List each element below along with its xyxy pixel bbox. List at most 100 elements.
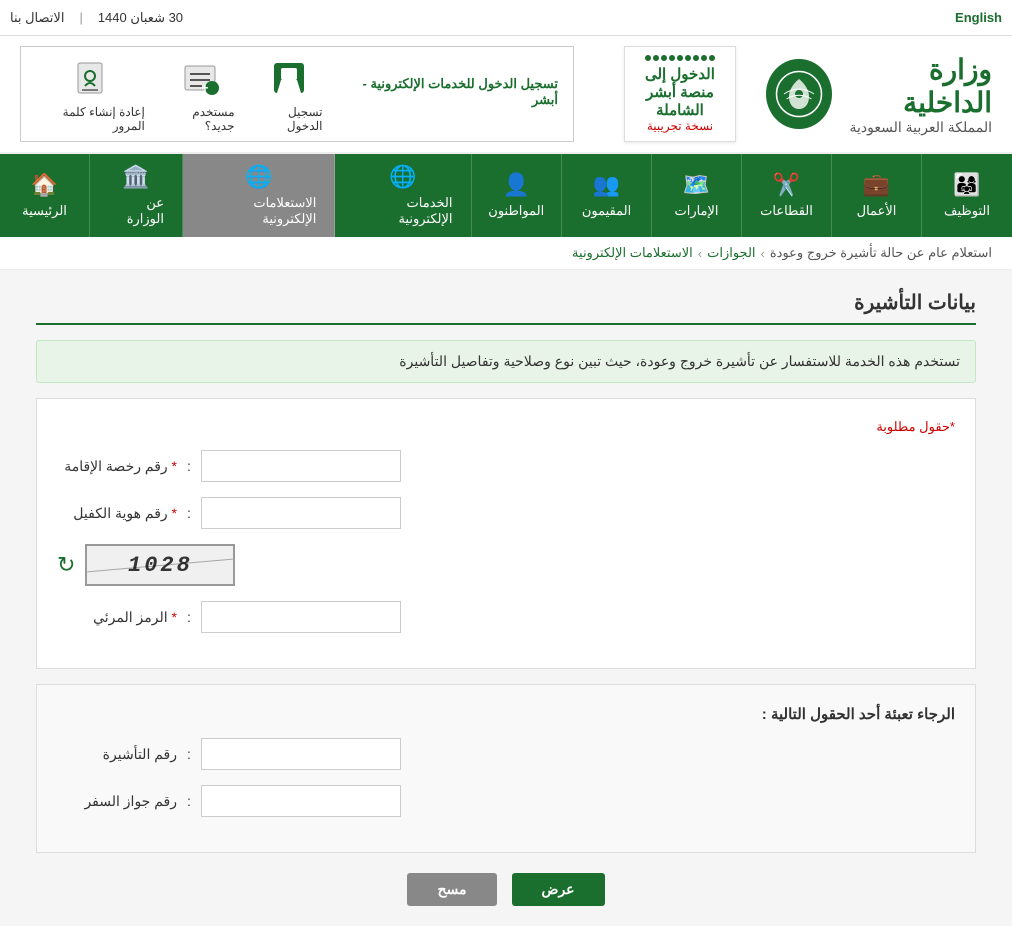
eservices-icon: 🌐	[389, 164, 416, 190]
visa-row: : رقم التأشيرة	[57, 738, 955, 770]
breadcrumb-link-2[interactable]: الجوازات	[707, 245, 755, 261]
new-user-item[interactable]: + مستخدم جديد؟	[165, 55, 235, 133]
ministry-sub: المملكة العربية السعودية	[842, 119, 992, 136]
business-icon: 💼	[863, 172, 890, 198]
login-item[interactable]: تسجيل الدخول	[255, 55, 323, 133]
captcha-refresh-button[interactable]: ↻	[57, 552, 75, 578]
logo-svg	[774, 69, 824, 119]
nav-item-eservices[interactable]: 🌐 الخدمات الإلكترونية	[335, 154, 471, 237]
sponsor-label: * رقم هوية الكفيل	[57, 505, 177, 522]
nav-inquiries-label: الاستعلامات الإلكترونية	[201, 195, 316, 227]
new-user-icon: +	[177, 55, 222, 100]
registration-box: تسجيل الدخول للخدمات الإلكترونية - أبشر …	[20, 46, 574, 142]
login-label: تسجيل الدخول	[255, 105, 323, 133]
captcha-input[interactable]	[201, 601, 401, 633]
breadcrumb-sep1: ›	[698, 246, 702, 261]
nav-sectors-label: القطاعات	[760, 203, 813, 219]
optional-title: الرجاء تعبئة أحد الحقول التالية :	[57, 705, 955, 723]
absher-dots	[645, 55, 715, 61]
svg-text:+: +	[201, 81, 208, 95]
absher-area: الدخول إلى منصة أبشر الشاملة نسخة تجريبي…	[614, 36, 746, 152]
show-button[interactable]: عرض	[512, 873, 605, 906]
passport-input[interactable]	[201, 785, 401, 817]
nav-item-citizens[interactable]: 👤 المواطنون	[472, 154, 563, 237]
contact-link[interactable]: الاتصال بنا	[10, 10, 64, 26]
nav-recruitment-label: التوظيف	[944, 203, 990, 219]
visa-label: رقم التأشيرة	[57, 746, 177, 763]
ministry-name: وزارة الداخلية	[842, 53, 992, 119]
emirates-icon: 🗺️	[683, 172, 710, 198]
captcha-colon: :	[187, 609, 191, 625]
passport-label: رقم جواز السفر	[57, 793, 177, 810]
captcha-image: 1028	[85, 544, 235, 586]
clear-button[interactable]: مسح	[407, 873, 496, 906]
ministry-logo	[766, 59, 832, 129]
optional-section: الرجاء تعبئة أحد الحقول التالية : : رقم …	[36, 684, 976, 853]
nav-bar: 👨‍👩‍👧 التوظيف 💼 الأعمال ✂️ القطاعات 🗺️ ا…	[0, 154, 1012, 237]
sponsor-input[interactable]	[201, 497, 401, 529]
registration-title: تسجيل الدخول للخدمات الإلكترونية - أبشر	[348, 76, 558, 108]
english-link[interactable]: English	[955, 10, 1002, 25]
absher-title: الدخول إلى منصة أبشر الشاملة	[645, 65, 715, 119]
citizens-icon: 👤	[503, 172, 530, 198]
separator1: |	[79, 10, 82, 25]
sponsor-colon: :	[187, 505, 191, 521]
nav-item-residents[interactable]: 👥 المقيمون	[562, 154, 652, 237]
nav-item-about[interactable]: 🏛️ عن الوزارة	[90, 154, 183, 237]
nav-item-emirates[interactable]: 🗺️ الإمارات	[652, 154, 742, 237]
nav-emirates-label: الإمارات	[674, 203, 718, 219]
form-section: *حقول مطلوبة : * رقم رخصة الإقامة : * رق…	[36, 398, 976, 669]
captcha-input-row: : * الرمز المرئي	[57, 601, 955, 633]
nav-item-home[interactable]: 🏠 الرئيسية	[0, 154, 90, 237]
passport-colon: :	[187, 793, 191, 809]
header: وزارة الداخلية المملكة العربية السعودية …	[0, 36, 1012, 154]
nav-business-label: الأعمال	[857, 203, 897, 219]
sponsor-required-star: *	[168, 505, 177, 521]
sectors-icon: ✂️	[773, 172, 800, 198]
nav-citizens-label: المواطنون	[488, 203, 544, 219]
residents-icon: 👥	[593, 172, 620, 198]
reset-pass-icon	[68, 55, 113, 100]
visa-input[interactable]	[201, 738, 401, 770]
captcha-row: 1028 ↻	[57, 544, 955, 586]
iqama-colon: :	[187, 458, 191, 474]
header-logo-area: وزارة الداخلية المملكة العربية السعودية	[746, 36, 1012, 152]
absher-banner[interactable]: الدخول إلى منصة أبشر الشاملة نسخة تجريبي…	[624, 46, 736, 142]
registration-area: تسجيل الدخول للخدمات الإلكترونية - أبشر …	[0, 36, 614, 152]
reset-pass-item[interactable]: إعادة إنشاء كلمة المرور	[36, 55, 145, 133]
button-row: عرض مسح	[36, 873, 976, 906]
iqama-input[interactable]	[201, 450, 401, 482]
breadcrumb: استعلام عام عن حالة تأشيرة خروج وعودة › …	[0, 237, 1012, 270]
main-content: بيانات التأشيرة تستخدم هذه الخدمة للاستف…	[16, 270, 996, 926]
nav-item-sectors[interactable]: ✂️ القطاعات	[742, 154, 832, 237]
inquiries-icon: 🌐	[245, 164, 272, 190]
nav-item-inquiries[interactable]: 🌐 الاستعلامات الإلكترونية	[183, 154, 335, 237]
about-icon: 🏛️	[122, 164, 149, 190]
header-title: وزارة الداخلية المملكة العربية السعودية	[842, 53, 992, 136]
page-title: بيانات التأشيرة	[36, 290, 976, 325]
recruitment-icon: 👨‍👩‍👧	[953, 172, 980, 198]
nav-residents-label: المقيمون	[582, 203, 631, 219]
visa-colon: :	[187, 746, 191, 762]
breadcrumb-link-1[interactable]: الاستعلامات الإلكترونية	[572, 245, 693, 261]
nav-item-recruitment[interactable]: 👨‍👩‍👧 التوظيف	[922, 154, 1012, 237]
iqama-required-star: *	[168, 458, 177, 474]
nav-about-label: عن الوزارة	[108, 195, 164, 227]
iqama-label: * رقم رخصة الإقامة	[57, 458, 177, 475]
home-icon: 🏠	[31, 172, 58, 198]
nav-item-business[interactable]: 💼 الأعمال	[832, 154, 922, 237]
iqama-row: : * رقم رخصة الإقامة	[57, 450, 955, 482]
captcha-label: * الرمز المرئي	[57, 609, 177, 626]
login-icon	[266, 55, 311, 100]
captcha-required-star: *	[168, 609, 177, 625]
reset-pass-label: إعادة إنشاء كلمة المرور	[36, 105, 145, 133]
nav-eservices-label: الخدمات الإلكترونية	[353, 195, 452, 227]
absher-sub: نسخة تجريبية	[645, 119, 715, 133]
breadcrumb-sep2: ›	[761, 246, 765, 261]
breadcrumb-current: استعلام عام عن حالة تأشيرة خروج وعودة	[770, 245, 992, 261]
required-note: *حقول مطلوبة	[57, 419, 955, 435]
info-box: تستخدم هذه الخدمة للاستفسار عن تأشيرة خر…	[36, 340, 976, 383]
date-label: 30 شعبان 1440	[98, 10, 183, 26]
captcha-value: 1028	[128, 553, 193, 578]
nav-home-label: الرئيسية	[22, 203, 67, 219]
